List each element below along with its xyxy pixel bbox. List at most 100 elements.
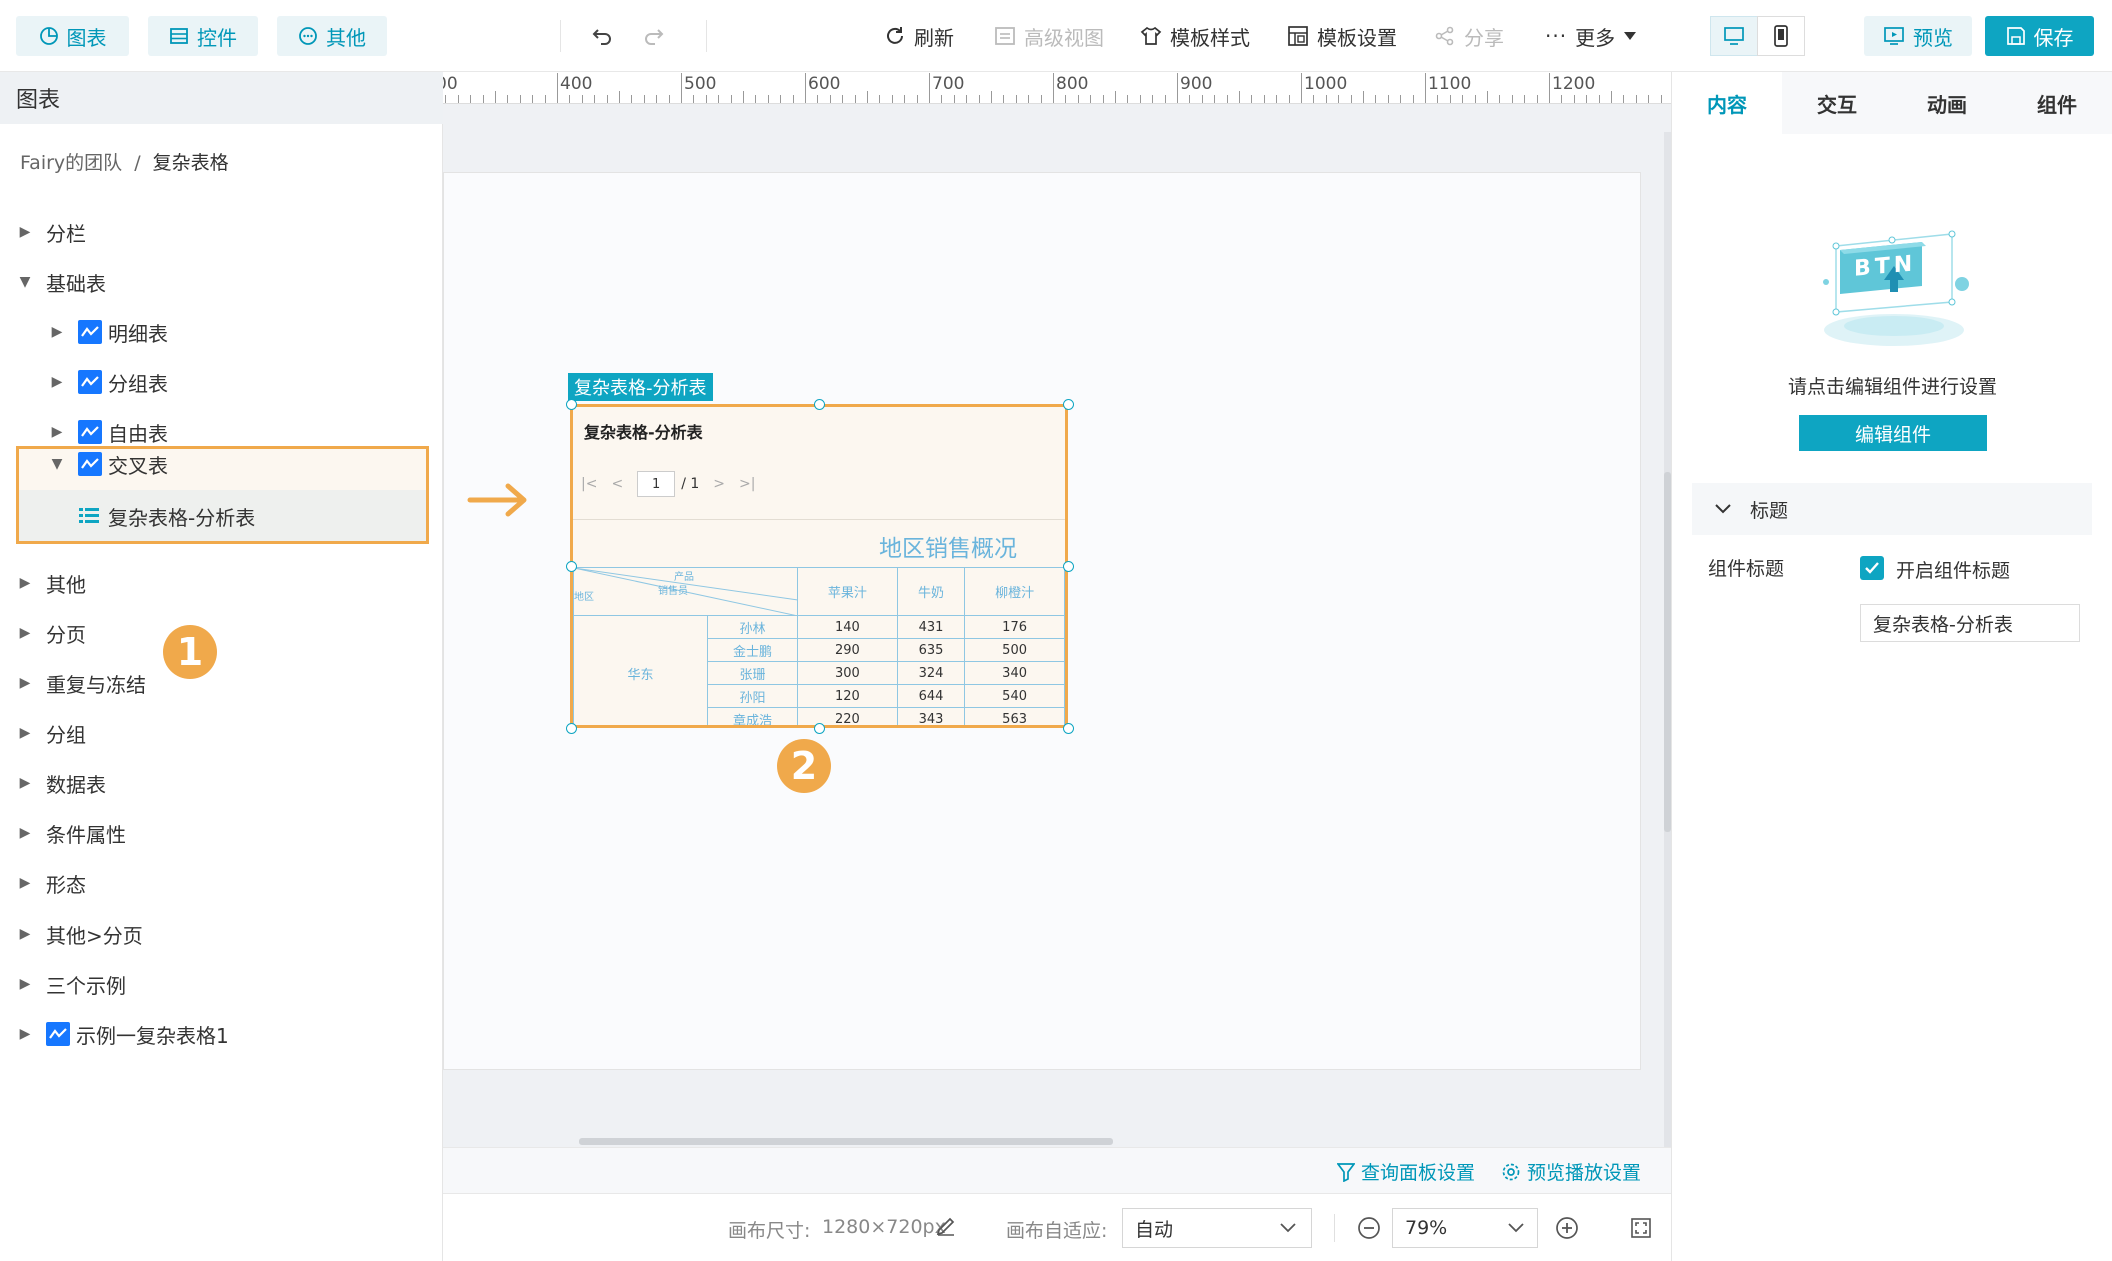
template-settings-button[interactable]: 模板设置 xyxy=(1287,18,1397,54)
resize-handle[interactable] xyxy=(566,399,577,410)
tab-interaction[interactable]: 交互 xyxy=(1782,72,1892,134)
component-title-input[interactable]: 复杂表格-分析表 xyxy=(1860,604,2080,642)
tab-other[interactable]: 其他 xyxy=(277,16,387,56)
fullscreen-button[interactable] xyxy=(1629,1216,1653,1244)
edit-pencil-icon[interactable] xyxy=(935,1214,957,1240)
tree-item-label: 重复与冻结 xyxy=(46,672,146,697)
ruler-tick xyxy=(656,95,658,103)
tree-item-形态[interactable]: ▶ 形态 xyxy=(0,863,443,903)
ruler-tick xyxy=(1375,95,1377,103)
ruler-tick xyxy=(1115,91,1116,103)
tab-animation[interactable]: 动画 xyxy=(1892,72,2002,134)
prev-page-icon[interactable]: < xyxy=(611,476,623,492)
ruler-tick xyxy=(978,95,980,103)
caret-right-icon: ▶ xyxy=(19,976,31,992)
enable-title-checkbox[interactable] xyxy=(1860,556,1884,580)
title-section-header[interactable]: 标题 xyxy=(1692,483,2092,535)
more-button[interactable]: ··· 更多 xyxy=(1545,18,1637,54)
advanced-view-button[interactable]: 高级视图 xyxy=(994,18,1104,54)
value-cell: 140 xyxy=(797,615,898,639)
resize-handle[interactable] xyxy=(814,399,825,410)
ruler-label: 400 xyxy=(560,74,593,94)
ruler-tick xyxy=(1573,95,1575,103)
resize-handle[interactable] xyxy=(814,723,825,734)
caret-right-icon: ▶ xyxy=(51,324,63,340)
horizontal-scrollbar-thumb[interactable] xyxy=(579,1138,1113,1145)
resize-handle[interactable] xyxy=(566,723,577,734)
ruler-tick xyxy=(879,95,881,103)
preview-button[interactable]: 预览 xyxy=(1864,16,1972,56)
cross-table: 产品 销售员 地区 苹果汁 牛奶 柳橙汁 华东 孙林 140 431 176 金… xyxy=(573,567,1065,725)
template-settings-label: 模板设置 xyxy=(1317,25,1397,50)
query-panel-settings-link[interactable]: 查询面板设置 xyxy=(1337,1158,1475,1185)
redo-icon xyxy=(645,29,664,45)
first-page-icon[interactable]: |< xyxy=(581,476,597,492)
filter-icon xyxy=(1337,1162,1355,1182)
save-button[interactable]: 保存 xyxy=(1985,16,2094,56)
tree-item-分组表[interactable]: ▶ 分组表 xyxy=(0,362,443,402)
cross-table-widget[interactable]: 复杂表格-分析表 |< < 1 / 1 > >| 地区销售概况 产品 销售员 地… xyxy=(570,404,1068,728)
tree-item-label: 分组表 xyxy=(108,371,168,396)
resize-handle[interactable] xyxy=(1063,561,1074,572)
ruler-tick xyxy=(1524,95,1526,103)
ruler-tick xyxy=(1102,95,1104,103)
refresh-button[interactable]: 刷新 xyxy=(884,18,954,54)
tree-item-分页[interactable]: ▶ 分页 xyxy=(0,613,443,653)
redo-button[interactable] xyxy=(642,18,666,54)
tab-component[interactable]: 组件 xyxy=(2002,72,2112,134)
tree-item-其他[interactable]: ▶ 其他 xyxy=(0,563,443,603)
share-icon xyxy=(1435,26,1454,46)
tab-content[interactable]: 内容 xyxy=(1672,72,1782,134)
zoom-select[interactable]: 79% xyxy=(1392,1208,1538,1248)
ruler-tick xyxy=(1561,95,1563,103)
tab-chart[interactable]: 图表 xyxy=(16,16,129,56)
tree-item-基础表[interactable]: ▼ 基础表 xyxy=(0,262,443,302)
ruler-tick xyxy=(507,95,509,103)
zoom-out-button[interactable] xyxy=(1357,1216,1381,1244)
tree-item-分栏[interactable]: ▶ 分栏 xyxy=(0,212,443,252)
page-number-input[interactable]: 1 xyxy=(637,471,676,497)
tree-item-明细表[interactable]: ▶ 明细表 xyxy=(0,312,443,352)
resize-handle[interactable] xyxy=(1063,723,1074,734)
mobile-view-button[interactable] xyxy=(1757,16,1805,56)
tab-widget[interactable]: 控件 xyxy=(148,16,258,56)
caret-right-icon: ▶ xyxy=(19,1026,31,1042)
value-cell: 340 xyxy=(964,661,1065,685)
zoom-in-button[interactable] xyxy=(1555,1216,1579,1244)
tree-item-label: 其他 xyxy=(46,572,86,597)
canvas-fit-value: 自动 xyxy=(1135,1218,1174,1241)
tree-item-数据表[interactable]: ▶ 数据表 xyxy=(0,763,443,803)
column-header: 柳橙汁 xyxy=(964,567,1065,616)
tree-item-重复与冻结[interactable]: ▶ 重复与冻结 xyxy=(0,663,443,703)
template-style-button[interactable]: 模板样式 xyxy=(1140,18,1250,54)
resize-handle[interactable] xyxy=(1063,399,1074,410)
tree-item-其他-分页[interactable]: ▶ 其他>分页 xyxy=(0,914,443,954)
canvas-fit-select[interactable]: 自动 xyxy=(1122,1208,1312,1248)
share-button[interactable]: 分享 xyxy=(1434,18,1504,54)
zoom-out-icon xyxy=(1358,1217,1380,1239)
tree-item-示例一复杂表格1[interactable]: ▶ 示例一复杂表格1 xyxy=(0,1014,443,1054)
edit-component-button[interactable]: 编辑组件 xyxy=(1799,415,1987,451)
next-page-icon[interactable]: > xyxy=(713,476,725,492)
tree-item-label: 自由表 xyxy=(108,421,168,446)
hint-text: 请点击编辑组件进行设置 xyxy=(1787,376,1997,398)
desktop-view-button[interactable] xyxy=(1710,16,1758,56)
vertical-scrollbar-thumb[interactable] xyxy=(1664,472,1671,832)
preview-play-settings-link[interactable]: 预览播放设置 xyxy=(1501,1158,1641,1185)
ruler-tick xyxy=(482,95,484,103)
tree-item-三个示例[interactable]: ▶ 三个示例 xyxy=(0,964,443,1004)
resize-handle[interactable] xyxy=(566,561,577,572)
ruler-tick xyxy=(1065,95,1067,103)
breadcrumb-team[interactable]: Fairy的团队 xyxy=(20,152,122,174)
value-cell: 563 xyxy=(964,707,1065,725)
tree-item-条件属性[interactable]: ▶ 条件属性 xyxy=(0,813,443,853)
tree-item-复杂表格-分析表[interactable]: 复杂表格-分析表 xyxy=(0,496,443,536)
properties-panel: 内容 交互 动画 组件 BTN 请点击编辑组件进行设置 编辑组件 标题 组件标题… xyxy=(1671,72,2112,1261)
last-page-icon[interactable]: >| xyxy=(739,476,755,492)
undo-button[interactable] xyxy=(590,18,614,54)
tree-item-分组[interactable]: ▶ 分组 xyxy=(0,713,443,753)
page-total: / 1 xyxy=(681,476,700,492)
ellipsis-icon: ··· xyxy=(1545,24,1568,48)
tree-item-交叉表[interactable]: ▼ 交叉表 xyxy=(0,444,443,484)
ruler-tick xyxy=(557,73,558,103)
